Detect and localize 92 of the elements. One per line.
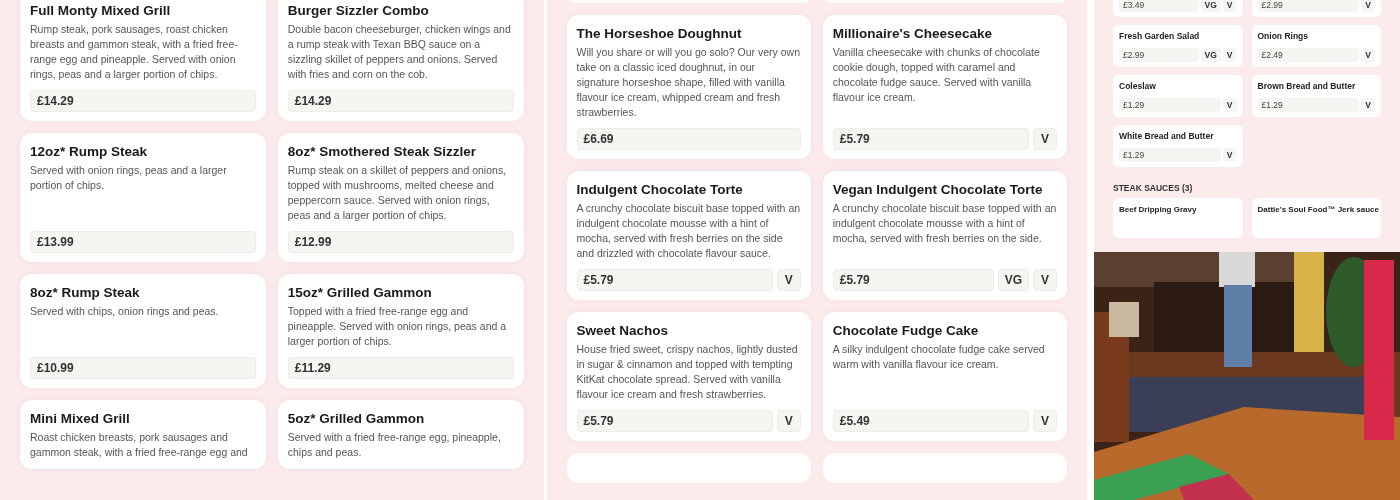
diet-tag: V (1361, 0, 1375, 12)
dish-name: 5oz* Grilled Gammon (287, 410, 426, 428)
side-name: Onion Rings (1257, 31, 1310, 42)
diet-tag: V (1222, 48, 1237, 62)
side-name: Beef Dripping Gravy (1119, 204, 1198, 215)
menu-card[interactable]: Millionaire's Cheesecake Vanilla cheesecake with chunks of chocolate cookie dough, topped with caramel and chocolate fudge sauce. Served with vanilla flavour ice cream. £5.79 V (822, 15, 1067, 159)
dish-name: Millionaire's Cheesecake (832, 25, 994, 43)
price-label: £3.49 (1119, 0, 1199, 12)
menu-card[interactable]: Burger Sizzler Combo Double bacon cheeseburger, chicken wings and a rump steak with Texan BBQ sauce on a sizzling skillet of peppers and onions. Served with fries and corn on the cob. £14.29 (277, 0, 524, 121)
dish-description: A silky indulgent chocolate fudge cake served warm with vanilla flavour ice cream. (832, 342, 1046, 372)
side-card[interactable]: Coleslaw £1.29 V (1113, 75, 1243, 117)
diet-tag: VG (997, 269, 1029, 291)
menu-card[interactable]: 12oz* Rump Steak Served with onion rings, peas and a larger portion of chips. £13.99 (20, 133, 266, 262)
menu-card[interactable]: 5oz* Grilled Gammon Served with a fried free-range egg, pineapple, chips and peas. (277, 400, 524, 469)
menu-card[interactable]: 8oz* Rump Steak Served with chips, onion rings and peas. £10.99 (20, 274, 266, 388)
side-card[interactable]: Onion Rings £2.49 V (1251, 25, 1381, 67)
dish-description: A crunchy chocolate biscuit base topped with an indulgent chocolate mousse with a hint of mocha, served with fresh berries on the side and drizzled with chocolate flavour sauce. (576, 201, 801, 261)
dish-name: Indulgent Chocolate Torte (576, 181, 744, 199)
price-label: £14.29 (287, 90, 514, 112)
dish-name: 8oz* Rump Steak (30, 284, 141, 302)
diet-tag: V (1361, 98, 1375, 112)
dish-description: House fried sweet, crispy nachos, lightly dusted in sugar & cinnamon and topped with tempting KitKat chocolate spread. Served with vanilla flavour ice cream and fresh strawberries. (576, 342, 799, 402)
price-label: £1.29 (1119, 98, 1221, 112)
dish-name: Chocolate Fudge Cake (832, 322, 980, 340)
price-label: £13.99 (30, 231, 256, 253)
dish-description: Will you share or will you go solo? Our very own take on a classic iced doughnut, in our signature horseshoe shape, filled with vanilla flavour ice cream, whipped cream and fresh strawberries. (576, 45, 801, 120)
diet-tag: V (1033, 410, 1057, 432)
price-label: £6.69 (576, 128, 801, 150)
diet-tag: VG (1200, 48, 1221, 62)
side-card[interactable]: White Bread and Butter £1.29 V (1113, 125, 1243, 167)
dish-name: 8oz* Smothered Steak Sizzler (287, 143, 478, 161)
price-label: £5.79 (832, 128, 1029, 150)
price-label: £2.99 (1119, 48, 1199, 62)
menu-card[interactable] (566, 15, 811, 159)
section-heading: STEAK SAUCES (3) (1113, 183, 1194, 194)
price-label: £1.29 (1119, 148, 1221, 162)
dish-description: Served with chips, onion rings and peas. (30, 304, 220, 319)
dish-description: Vanilla cheesecake with chunks of chocolate cookie dough, topped with caramel and chocolate fudge sauce. Served with vanilla flavour ice cream. (832, 45, 1041, 105)
dish-description: Double bacon cheeseburger, chicken wings and a rump steak with Texan BBQ sauce on a sizzling skillet of peppers and onions. Served with fries and corn on the cob. (287, 22, 512, 82)
menu-card[interactable]: Vegan Indulgent Chocolate Torte A crunchy chocolate biscuit base topped with an indulgent chocolate mousse with a hint of mocha, served with fresh berries on the side. £5.79 VG V (822, 171, 1067, 300)
price-label: £5.79 (832, 269, 994, 291)
price-label: £2.99 (1257, 0, 1360, 12)
dish-description: Served with a fried free-range egg, pineapple, chips and peas. (287, 430, 502, 460)
diet-tag: V (1361, 48, 1375, 62)
menu-card[interactable] (566, 312, 811, 441)
side-card[interactable]: Beef Dripping Gravy (1113, 198, 1243, 238)
dish-description: A crunchy chocolate biscuit base topped with an indulgent chocolate mousse with a hint of mocha, served with fresh berries on the side. (832, 201, 1057, 246)
menu-card[interactable]: Full Monty Mixed Grill Rump steak, pork sausages, roast chicken breasts and gammon steak, with a fried free-range egg and pineapple. Served with onion rings, peas and a larger portion of chips. £14.29 (20, 0, 266, 121)
dish-name: Burger Sizzler Combo (287, 2, 430, 20)
dish-name: Mini Mixed Grill (30, 410, 131, 428)
dish-description: Rump steak, pork sausages, roast chicken breasts and gammon steak, with a fried free-range egg and pineapple. Served with onion rings, peas and a larger portion of chips. (30, 22, 239, 82)
price-label: £2.49 (1257, 48, 1360, 62)
price-label: £1.29 (1257, 98, 1360, 112)
diet-tag: V (776, 410, 801, 432)
menu-card[interactable]: 15oz* Grilled Gammon Topped with a fried free-range egg and pineapple. Served with onion rings, peas and a larger portion of chips. £11.29 (277, 274, 524, 388)
side-card[interactable]: Dattie's Soul Food™ Jerk sauce (1251, 198, 1381, 238)
dish-description: Rump steak on a skillet of peppers and onions, topped with mushrooms, melted cheese and peppercorn sauce. Served with onion rings, peas and a larger portion of chips. (287, 163, 508, 223)
dish-description: Roast chicken breasts, pork sausages and gammon steak, with a fried free-range egg and (30, 430, 249, 460)
dish-description: Served with onion rings, peas and a larger portion of chips. (30, 163, 228, 193)
menu-card[interactable] (277, 133, 524, 262)
side-name: Brown Bread and Butter (1257, 81, 1357, 92)
menu-card[interactable]: Chocolate Fudge Cake A silky indulgent chocolate fudge cake served warm with vanilla flavour ice cream. £5.49 V (822, 312, 1067, 441)
dish-name: 15oz* Grilled Gammon (287, 284, 433, 302)
diet-tag: V (1222, 148, 1237, 162)
diet-tag: V (776, 269, 801, 291)
price-label: £10.99 (30, 357, 256, 379)
price-label: £5.79 (576, 269, 773, 291)
side-card[interactable]: Fresh Garden Salad £2.99 VG V (1113, 25, 1243, 67)
dish-name: Sweet Nachos (576, 322, 670, 340)
side-card[interactable]: Brown Bread and Butter £1.29 V (1251, 75, 1381, 117)
diet-tag: V (1222, 98, 1237, 112)
side-card[interactable]: £3.49 VG V (1113, 0, 1243, 17)
side-name: White Bread and Butter (1119, 131, 1215, 142)
diet-tag: V (1222, 0, 1237, 12)
price-label: £5.49 (832, 410, 1029, 432)
dish-name: Full Monty Mixed Grill (30, 2, 172, 20)
diet-tag: V (1033, 128, 1057, 150)
dish-name: Vegan Indulgent Chocolate Torte (832, 181, 1044, 199)
dish-description: Topped with a fried free-range egg and pineapple. Served with onion rings, peas and a larger portion of chips. (287, 304, 508, 349)
dish-name: 12oz* Rump Steak (30, 143, 149, 161)
side-name: Fresh Garden Salad (1119, 31, 1201, 42)
price-label: £12.99 (287, 231, 514, 253)
diet-tag: VG (1200, 0, 1221, 12)
price-label: £14.29 (30, 90, 256, 112)
price-label: £5.79 (576, 410, 773, 432)
price-label: £11.29 (287, 357, 514, 379)
side-name: Coleslaw (1119, 81, 1157, 92)
menu-card[interactable]: Mini Mixed Grill Roast chicken breasts, pork sausages and gammon steak, with a fried free-range egg and (20, 400, 266, 469)
menu-card[interactable] (566, 171, 811, 300)
side-card[interactable]: £2.99 V (1251, 0, 1381, 17)
diet-tag: V (1033, 269, 1057, 291)
dish-name: The Horseshoe Doughnut (576, 25, 743, 43)
